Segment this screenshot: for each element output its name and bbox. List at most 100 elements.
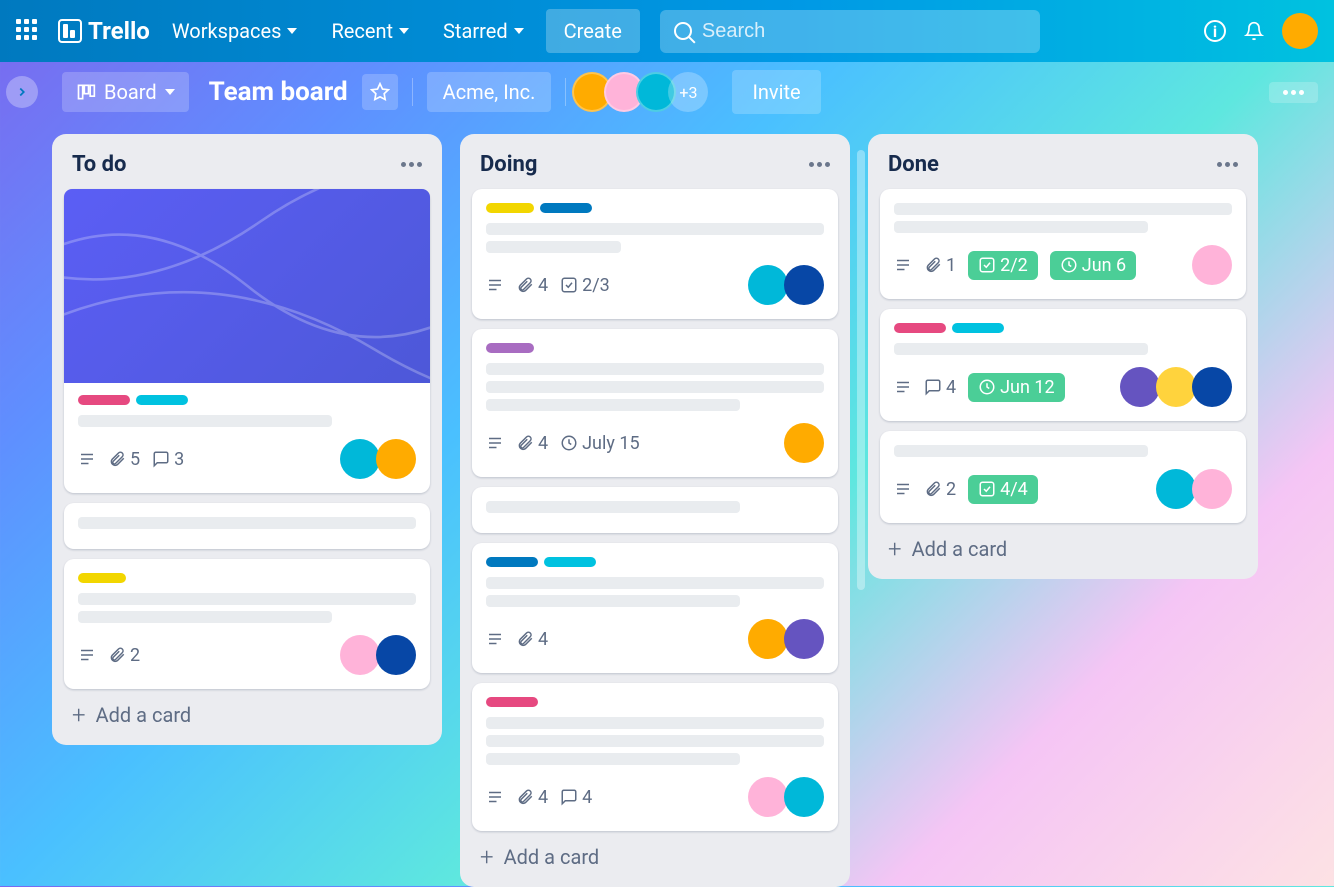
workspace-link[interactable]: Acme, Inc. [427, 72, 552, 112]
search-icon [674, 22, 692, 40]
card[interactable]: 4 [472, 543, 838, 673]
label-cyan[interactable] [544, 557, 596, 567]
workspaces-menu[interactable]: Workspaces [160, 11, 310, 51]
label-cyan[interactable] [136, 395, 188, 405]
label-yellow[interactable] [78, 573, 126, 583]
member-avatar[interactable] [784, 619, 824, 659]
more-members-button[interactable]: +3 [668, 72, 708, 112]
member-avatar[interactable] [376, 439, 416, 479]
user-avatar[interactable] [1282, 13, 1318, 49]
member-avatar[interactable] [748, 619, 788, 659]
list-title[interactable]: Doing [480, 152, 537, 177]
label-yellow[interactable] [486, 203, 534, 213]
list-menu-button[interactable] [401, 162, 422, 167]
logo[interactable]: Trello [58, 17, 150, 45]
label-blue[interactable] [486, 557, 538, 567]
label-purple[interactable] [486, 343, 534, 353]
card[interactable]: 53 [64, 189, 430, 493]
card-text-placeholder [78, 593, 416, 605]
dots-icon [809, 162, 830, 167]
card-labels [486, 203, 824, 213]
list-title[interactable]: Done [888, 152, 939, 177]
card-cover [64, 189, 430, 383]
member-avatar[interactable] [1192, 367, 1232, 407]
checklist-complete-badge: 2/2 [968, 251, 1038, 280]
board-icon [76, 82, 96, 102]
description-icon [78, 450, 96, 468]
search-box[interactable] [660, 10, 1040, 53]
brand-text: Trello [88, 17, 150, 45]
card-text-placeholder [78, 611, 332, 623]
label-cyan[interactable] [952, 323, 1004, 333]
member-avatar[interactable] [784, 777, 824, 817]
chevron-down-icon [165, 89, 175, 95]
member-avatar[interactable] [1156, 367, 1196, 407]
info-icon[interactable]: i [1204, 20, 1226, 42]
dots-icon [1217, 162, 1238, 167]
add-card-button[interactable]: +Add a card [64, 689, 430, 733]
list-title[interactable]: To do [72, 152, 126, 177]
card[interactable]: 4Jun 12 [880, 309, 1246, 421]
card[interactable] [472, 487, 838, 533]
notifications-icon[interactable] [1244, 20, 1264, 42]
member-avatar[interactable] [1120, 367, 1160, 407]
expand-sidebar-button[interactable] [6, 76, 38, 108]
member-avatar[interactable] [748, 777, 788, 817]
checklist-icon [978, 256, 996, 274]
member-avatar[interactable] [376, 635, 416, 675]
clock-icon [978, 378, 996, 396]
card[interactable]: 12/2Jun 6 [880, 189, 1246, 299]
card[interactable]: 24/4 [880, 431, 1246, 523]
member-avatar[interactable] [1192, 245, 1232, 285]
card-text-placeholder [894, 221, 1148, 233]
recent-menu[interactable]: Recent [319, 11, 421, 51]
card-text-placeholder [486, 363, 824, 375]
card[interactable] [64, 503, 430, 549]
attachment-icon [108, 646, 126, 664]
star-board-button[interactable] [362, 74, 398, 110]
scrollbar[interactable] [857, 150, 865, 590]
card-text-placeholder [486, 399, 740, 411]
member-avatar[interactable] [784, 423, 824, 463]
board-title[interactable]: Team board [209, 77, 348, 107]
apps-menu-icon[interactable] [16, 19, 40, 43]
member-avatar[interactable] [340, 439, 380, 479]
member-avatar[interactable] [1192, 469, 1232, 509]
board-menu-button[interactable] [1269, 82, 1318, 103]
card-text-placeholder [486, 577, 824, 589]
description-icon [894, 480, 912, 498]
label-pink[interactable] [894, 323, 946, 333]
starred-menu[interactable]: Starred [431, 11, 536, 51]
label-blue[interactable] [540, 203, 592, 213]
card-members [344, 635, 416, 675]
member-avatar[interactable] [1156, 469, 1196, 509]
list-menu-button[interactable] [1217, 162, 1238, 167]
card[interactable]: 4July 15 [472, 329, 838, 477]
list-menu-button[interactable] [809, 162, 830, 167]
add-card-button[interactable]: +Add a card [472, 831, 838, 875]
comments-badge: 3 [152, 449, 184, 470]
star-icon [370, 82, 390, 102]
card-badges: 4July 15 [486, 433, 640, 454]
card[interactable]: 2 [64, 559, 430, 689]
card-text-placeholder [486, 735, 824, 747]
card[interactable]: 42/3 [472, 189, 838, 319]
label-pink[interactable] [78, 395, 130, 405]
description-icon [486, 276, 504, 294]
search-input[interactable] [702, 20, 1026, 43]
create-button[interactable]: Create [546, 9, 640, 53]
member-avatar[interactable] [784, 265, 824, 305]
card[interactable]: 44 [472, 683, 838, 831]
board-members[interactable]: +3 [580, 72, 708, 112]
plus-icon: + [888, 535, 902, 563]
invite-button[interactable]: Invite [732, 70, 820, 114]
member-avatar[interactable] [340, 635, 380, 675]
card-members [344, 439, 416, 479]
add-card-button[interactable]: +Add a card [880, 523, 1246, 567]
board-view-switcher[interactable]: Board [62, 72, 189, 112]
card-members [752, 619, 824, 659]
chevron-down-icon [514, 28, 524, 34]
card-badges: 44 [486, 787, 592, 808]
label-pink[interactable] [486, 697, 538, 707]
member-avatar[interactable] [748, 265, 788, 305]
